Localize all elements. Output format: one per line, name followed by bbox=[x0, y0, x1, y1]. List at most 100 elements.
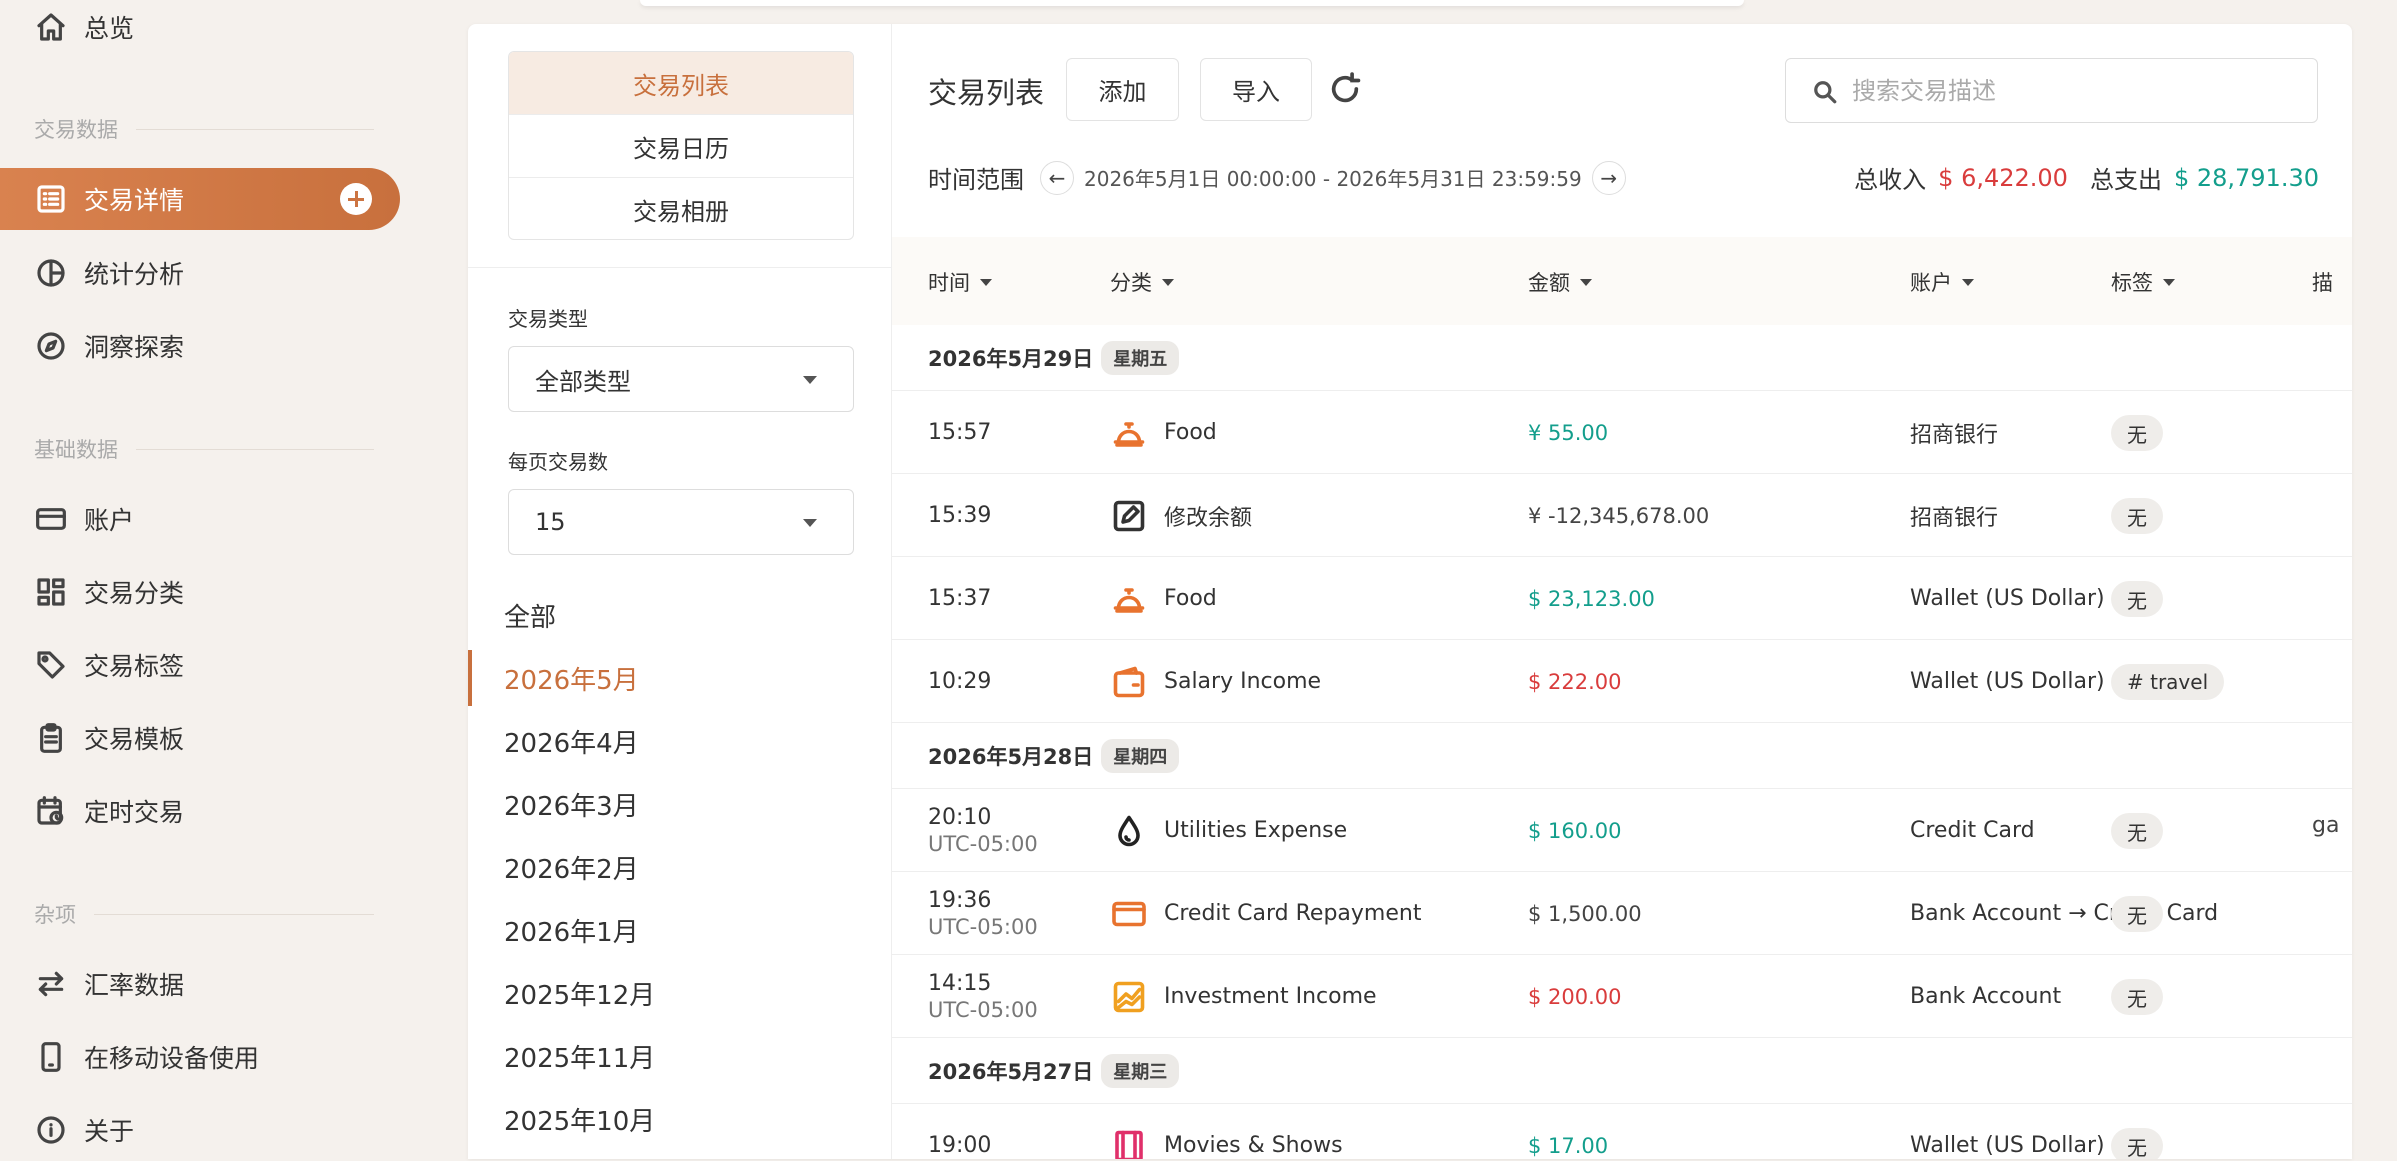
nav-exchange-rates[interactable]: 汇率数据 bbox=[0, 953, 400, 1015]
sort-caret-icon bbox=[1962, 278, 1974, 286]
next-range-button[interactable]: → bbox=[1591, 160, 1626, 195]
tag-chip: 无 bbox=[2111, 979, 2163, 1015]
card-icon bbox=[1110, 895, 1148, 933]
table-row[interactable]: 15:57 Food ¥ 55.00 招商银行 无 bbox=[892, 391, 2352, 474]
per-page-select[interactable]: 15 bbox=[508, 489, 854, 555]
col-tags[interactable]: 标签 bbox=[2111, 267, 2175, 297]
month-2026-04[interactable]: 2026年4月 bbox=[468, 713, 892, 769]
date-group-header: 2026年5月28日 星期四 bbox=[892, 723, 2352, 789]
sidebar: 总览 交易数据 交易详情 统计分析 洞察探索 基础数据 账户 交易分类 交易标签… bbox=[0, 0, 430, 1159]
table-row[interactable]: 19:00 Movies & Shows $ 17.00 Wallet (US … bbox=[892, 1104, 2352, 1159]
chevron-down-icon bbox=[803, 519, 817, 527]
nav-about[interactable]: 关于 bbox=[0, 1099, 400, 1161]
month-2025-12[interactable]: 2025年12月 bbox=[468, 965, 892, 1021]
month-2025-10[interactable]: 2025年10月 bbox=[468, 1091, 892, 1147]
info-icon bbox=[34, 1113, 68, 1147]
per-page-label: 每页交易数 bbox=[508, 450, 608, 474]
section-basic-data: 基础数据 bbox=[34, 434, 374, 464]
expense-label: 总支出 bbox=[2089, 166, 2162, 194]
nav-mobile-label: 在移动设备使用 bbox=[84, 1044, 260, 1073]
type-select[interactable]: 全部类型 bbox=[508, 346, 854, 412]
col-time[interactable]: 时间 bbox=[928, 267, 992, 297]
col-description[interactable]: 描 bbox=[2312, 267, 2333, 297]
pie-chart-icon bbox=[34, 256, 68, 290]
table-row[interactable]: 14:15 UTC-05:00 Investment Income $ 200.0… bbox=[892, 955, 2352, 1038]
col-amount[interactable]: 金额 bbox=[1528, 267, 1592, 297]
film-icon bbox=[1110, 1127, 1148, 1159]
home-icon bbox=[34, 10, 68, 44]
nav-transaction-details[interactable]: 交易详情 bbox=[0, 168, 400, 230]
nav-categories[interactable]: 交易分类 bbox=[0, 561, 400, 623]
month-2026-05[interactable]: 2026年5月 bbox=[468, 650, 892, 706]
wallet-icon bbox=[1110, 663, 1148, 701]
add-transaction-button[interactable] bbox=[340, 183, 372, 215]
add-button[interactable]: 添加 bbox=[1066, 58, 1179, 121]
edit-square-icon bbox=[1110, 497, 1148, 535]
income-label: 总收入 bbox=[1854, 166, 1927, 194]
food-cloche-icon bbox=[1110, 580, 1148, 618]
col-account[interactable]: 账户 bbox=[1910, 267, 1974, 297]
refresh-icon[interactable] bbox=[1328, 72, 1362, 106]
tag-chip: 无 bbox=[2111, 415, 2163, 451]
nav-statistics-label: 统计分析 bbox=[84, 260, 185, 289]
tag-chip: 无 bbox=[2111, 498, 2163, 534]
table-header: 时间 分类 金额 账户 标签 描 bbox=[892, 237, 2352, 325]
nav-statistics[interactable]: 统计分析 bbox=[0, 242, 400, 304]
nav-mobile[interactable]: 在移动设备使用 bbox=[0, 1026, 400, 1088]
nav-scheduled[interactable]: 定时交易 bbox=[0, 780, 400, 842]
nav-tags-label: 交易标签 bbox=[84, 652, 185, 681]
swap-icon bbox=[34, 967, 68, 1001]
nav-insights-label: 洞察探索 bbox=[84, 333, 185, 362]
tag-chip: 无 bbox=[2111, 581, 2163, 617]
section-misc: 杂项 bbox=[34, 899, 374, 929]
calendar-clock-icon bbox=[34, 794, 68, 828]
tag-chip: 无 bbox=[2111, 1128, 2163, 1159]
nav-templates[interactable]: 交易模板 bbox=[0, 707, 400, 769]
tag-chip: # travel bbox=[2111, 664, 2225, 700]
tab-list[interactable]: 交易列表 bbox=[509, 52, 853, 115]
page-title: 交易列表 bbox=[928, 76, 1045, 110]
search-input[interactable] bbox=[1852, 76, 2272, 105]
table-row[interactable]: 20:10 UTC-05:00 Utilities Expense $ 160.0… bbox=[892, 789, 2352, 872]
table-row[interactable]: 10:29 Salary Income $ 222.00 Wallet (US … bbox=[892, 640, 2352, 723]
tab-calendar[interactable]: 交易日历 bbox=[509, 115, 853, 178]
filter-panel: 交易列表 交易日历 交易相册 交易类型 全部类型 每页交易数 15 全部 202… bbox=[468, 24, 892, 1159]
tab-gallery[interactable]: 交易相册 bbox=[509, 178, 853, 239]
chart-line-icon bbox=[1110, 978, 1148, 1016]
transactions-card: 交易列表 交易日历 交易相册 交易类型 全部类型 每页交易数 15 全部 202… bbox=[468, 24, 2352, 1159]
month-2025-11[interactable]: 2025年11月 bbox=[468, 1028, 892, 1084]
nav-tags[interactable]: 交易标签 bbox=[0, 634, 400, 696]
prev-range-button[interactable]: ← bbox=[1040, 160, 1074, 195]
table-row[interactable]: 15:37 Food $ 23,123.00 Wallet (US Dollar… bbox=[892, 557, 2352, 640]
list-icon bbox=[34, 182, 68, 216]
food-cloche-icon bbox=[1110, 414, 1148, 452]
date-group-header: 2026年5月27日 星期三 bbox=[892, 1038, 2352, 1104]
nav-transaction-details-label: 交易详情 bbox=[84, 186, 185, 215]
search-icon bbox=[1812, 79, 1838, 105]
nav-accounts[interactable]: 账户 bbox=[0, 488, 400, 550]
nav-overview[interactable]: 总览 bbox=[0, 0, 400, 58]
sort-caret-icon bbox=[1162, 278, 1174, 286]
expense-value: $ 28,791.30 bbox=[2173, 163, 2319, 192]
nav-categories-label: 交易分类 bbox=[84, 579, 185, 608]
sort-caret-icon bbox=[1580, 278, 1592, 286]
col-category[interactable]: 分类 bbox=[1110, 267, 1174, 297]
compass-icon bbox=[34, 329, 68, 363]
sort-caret-icon bbox=[2163, 278, 2175, 286]
nav-insights[interactable]: 洞察探索 bbox=[0, 315, 400, 377]
import-button[interactable]: 导入 bbox=[1200, 58, 1312, 121]
table-row[interactable]: 15:39 修改余额 ¥ -12,345,678.00 招商银行 无 bbox=[892, 474, 2352, 557]
weekday-badge: 星期三 bbox=[1101, 1053, 1180, 1088]
transactions-area: 交易列表 添加 导入 时间范围 ← 2026年5月1日 00:00:00 - 2… bbox=[892, 24, 2352, 1159]
table-row[interactable]: 19:36 UTC-05:00 Credit Card Repayment $ 1… bbox=[892, 872, 2352, 955]
tag-chip: 无 bbox=[2111, 813, 2163, 849]
month-2026-02[interactable]: 2026年2月 bbox=[468, 839, 892, 895]
phone-icon bbox=[34, 1040, 68, 1074]
month-all[interactable]: 全部 bbox=[468, 587, 892, 643]
type-select-value: 全部类型 bbox=[535, 367, 631, 396]
income-value: $ 6,422.00 bbox=[1938, 163, 2068, 192]
search-box[interactable] bbox=[1785, 58, 2318, 123]
month-2026-01[interactable]: 2026年1月 bbox=[468, 902, 892, 958]
month-2026-03[interactable]: 2026年3月 bbox=[468, 776, 892, 832]
water-drop-icon bbox=[1110, 812, 1148, 850]
